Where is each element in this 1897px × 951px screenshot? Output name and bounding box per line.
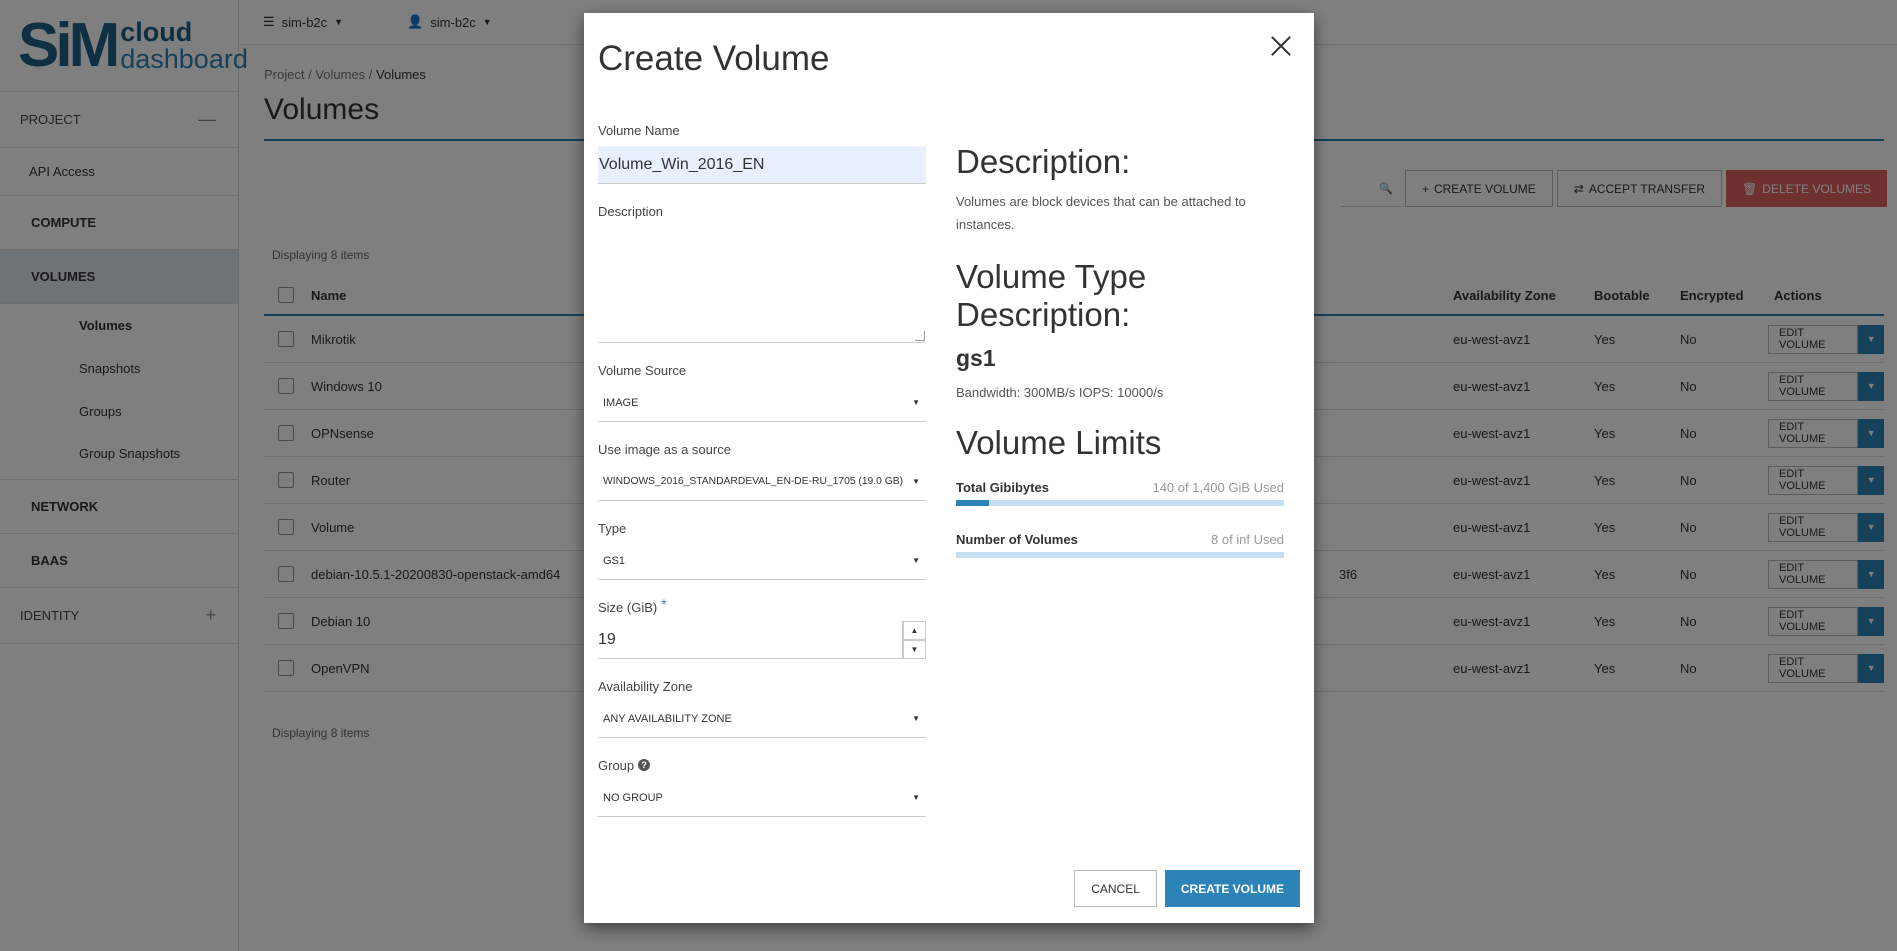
volume-type-heading: Volume Type Description:	[956, 257, 1147, 333]
volume-name-input[interactable]: Volume_Win_2016_EN	[598, 146, 926, 184]
chevron-down-icon: ▼	[912, 714, 920, 723]
az-label: Availability Zone	[598, 679, 693, 694]
limit-used: 8 of inf Used	[1211, 531, 1284, 547]
modal-footer: CANCEL CREATE VOLUME	[1074, 870, 1300, 907]
description-label: Description	[598, 204, 664, 219]
limit-row: Number of Volumes 8 of inf Used	[956, 532, 1284, 558]
description-heading: Description:	[956, 143, 1131, 180]
volume-source-label: Volume Source	[598, 363, 687, 378]
decrement-icon[interactable]: ▼	[903, 639, 926, 659]
volume-name-label: Volume Name	[598, 123, 680, 138]
cancel-button[interactable]: CANCEL	[1074, 870, 1157, 907]
help-icon[interactable]: ?	[638, 759, 651, 771]
volume-limits-heading: Volume Limits	[956, 423, 1162, 461]
volume-limits: Total Gibibytes 140 of 1,400 GiB Used Numb…	[956, 480, 1284, 558]
size-input[interactable]: 19 ▲ ▼	[598, 620, 926, 659]
size-label: Size (GiB) *	[598, 596, 667, 615]
limit-bar	[956, 551, 1284, 558]
size-value: 19	[598, 630, 616, 648]
volume-source-select[interactable]: IMAGE ▼	[598, 384, 926, 422]
create-volume-form: Volume Name Volume_Win_2016_EN Descripti…	[598, 123, 926, 837]
group-value: NO GROUP	[603, 791, 663, 804]
limit-row: Total Gibibytes 140 of 1,400 GiB Used	[956, 480, 1284, 506]
group-label: Group?	[598, 758, 926, 773]
description-textarea[interactable]	[598, 227, 926, 343]
type-select[interactable]: GS1 ▼	[598, 542, 926, 580]
create-volume-submit-button[interactable]: CREATE VOLUME	[1164, 870, 1300, 907]
description-panel: Description: Volumes are block devices t…	[956, 143, 1284, 558]
bandwidth-text: Bandwidth: 300MB/s IOPS: 10000/s	[956, 384, 1164, 400]
az-value: ANY AVAILABILITY ZONE	[603, 712, 732, 725]
limit-name: Number of Volumes	[956, 531, 1078, 547]
limit-used: 140 of 1,400 GiB Used	[1152, 479, 1284, 495]
chevron-down-icon: ▼	[912, 477, 920, 486]
type-value: GS1	[603, 554, 626, 567]
chevron-down-icon: ▼	[912, 793, 920, 802]
image-source-label: Use image as a source	[598, 442, 731, 457]
limit-bar-fill	[956, 499, 989, 506]
create-volume-modal: Create Volume Volume Name Volume_Win_201…	[584, 13, 1314, 923]
limit-name: Total Gibibytes	[956, 479, 1049, 495]
volume-source-value: IMAGE	[603, 396, 639, 409]
modal-title: Create Volume	[598, 39, 830, 78]
group-select[interactable]: NO GROUP ▼	[598, 779, 926, 817]
increment-icon[interactable]: ▲	[903, 620, 926, 640]
az-select[interactable]: ANY AVAILABILITY ZONE ▼	[598, 700, 926, 738]
size-stepper[interactable]: ▲ ▼	[902, 620, 926, 659]
required-icon: *	[661, 596, 667, 612]
chevron-down-icon: ▼	[912, 556, 920, 565]
resize-handle-icon[interactable]	[915, 331, 925, 341]
image-source-select[interactable]: WINDOWS_2016_STANDARDEVAL_EN-DE-RU_1705 …	[598, 463, 926, 501]
type-label: Type	[598, 521, 627, 536]
volume-type-name: gs1	[956, 344, 996, 371]
close-icon[interactable]	[1266, 31, 1296, 61]
description-text: Volumes are block devices that can be at…	[956, 193, 1246, 232]
limit-bar	[956, 499, 1284, 506]
chevron-down-icon: ▼	[912, 398, 920, 407]
image-source-value: WINDOWS_2016_STANDARDEVAL_EN-DE-RU_1705 …	[603, 476, 904, 487]
